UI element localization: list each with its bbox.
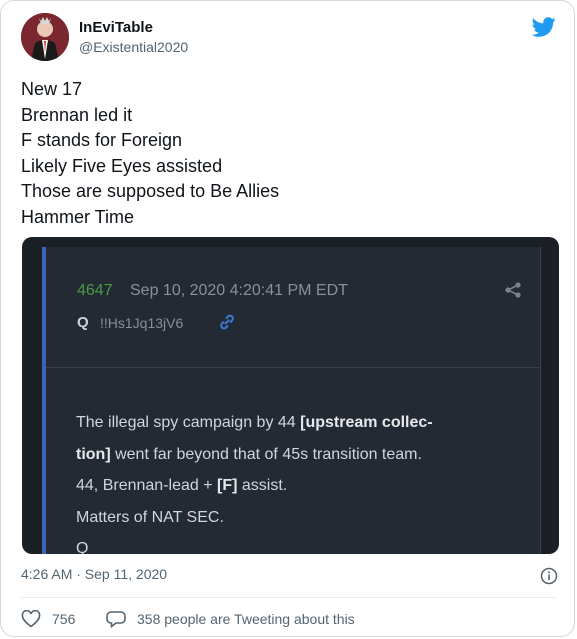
post-body-line: 44, Brennan-lead + [F] assist. (76, 470, 536, 502)
post-panel: 4647 Sep 10, 2020 4:20:41 PM EDT Q !!Hs1… (42, 247, 541, 554)
post-body-line: Matters of NAT SEC. (76, 508, 224, 526)
share-icon[interactable] (504, 281, 522, 299)
post-body-line: tion] went far beyond that of 45s transi… (76, 439, 536, 471)
twitter-bird-icon[interactable] (532, 15, 556, 39)
timestamp[interactable]: 4:26 AM · Sep 11, 2020 (21, 566, 167, 582)
tweeting-about-link[interactable]: 358 people are Tweeting about this (137, 611, 355, 627)
post-text: went far beyond that of 45s transition t… (110, 445, 422, 463)
tweet-line: Likely Five Eyes assisted (21, 155, 223, 176)
post-body-line: Q (76, 540, 89, 554)
embedded-post-image[interactable]: 4647 Sep 10, 2020 4:20:41 PM EDT Q !!Hs1… (22, 237, 559, 554)
post-tripcode: !!Hs1Jq13jV6 (100, 315, 184, 331)
tweet-line: Hammer Time (21, 206, 135, 227)
post-text: The illegal spy campaign by 44 (76, 414, 301, 431)
post-header: 4647 Sep 10, 2020 4:20:41 PM EDT Q !!Hs1… (46, 247, 540, 368)
tweet-line: F stands for Foreign (21, 130, 183, 150)
tweet-text: New 17 Brennan led it F stands for Forei… (21, 77, 551, 230)
post-author: Q (77, 314, 89, 331)
speech-bubble-icon[interactable] (106, 610, 126, 628)
display-name[interactable]: InEviTable (79, 19, 153, 36)
post-body: The illegal spy campaign by 44 [upstream… (76, 407, 536, 554)
post-date: Sep 10, 2020 4:20:41 PM EDT (130, 282, 348, 299)
tweet-line: Brennan led it (21, 104, 133, 125)
post-text: 44, Brennan-lead + (76, 477, 217, 494)
post-text-bold: [F] (217, 477, 238, 494)
link-icon[interactable] (218, 313, 236, 331)
handle[interactable]: @Existential2020 (79, 39, 188, 55)
tweet-line: Those are supposed to Be Allies (21, 181, 280, 201)
like-count[interactable]: 756 (52, 611, 75, 627)
tweet-line: New 17 (21, 79, 83, 99)
post-text-bold: [upstream collec- (300, 414, 433, 431)
divider (21, 597, 556, 598)
post-number[interactable]: 4647 (77, 282, 113, 300)
post-text-bold: tion] (76, 445, 111, 463)
info-icon[interactable] (540, 567, 558, 585)
tweet-card: InEviTable @Existential2020 New 17 Brenn… (0, 0, 575, 637)
heart-icon[interactable] (21, 610, 41, 628)
avatar[interactable] (21, 13, 69, 61)
post-text: assist. (237, 477, 288, 494)
post-body-line: The illegal spy campaign by 44 [upstream… (76, 407, 536, 439)
